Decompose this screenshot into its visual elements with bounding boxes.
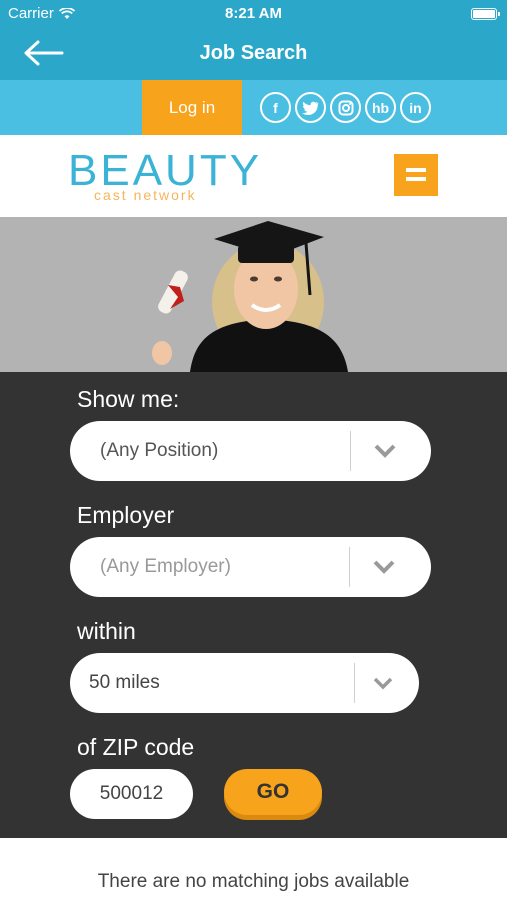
social-links: f hb in <box>260 92 431 123</box>
hamburger-menu-button[interactable] <box>394 154 438 196</box>
employer-select[interactable]: (Any Employer) <box>70 537 431 597</box>
select-divider <box>350 431 351 471</box>
distance-label: within <box>77 618 136 644</box>
twitter-icon[interactable] <box>295 92 326 123</box>
nav-bar: Job Search <box>0 28 507 80</box>
graduate-illustration <box>152 221 348 372</box>
beauty-logo[interactable]: BEAUTY cast network <box>68 149 259 205</box>
chevron-down-icon <box>374 444 396 458</box>
select-divider <box>354 663 355 703</box>
page-title: Job Search <box>199 42 308 64</box>
zip-label: of ZIP code <box>77 734 195 760</box>
login-button[interactable]: Log in <box>142 80 242 135</box>
chevron-down-icon <box>373 560 395 574</box>
social-bar: Log in f hb in <box>0 80 507 135</box>
position-select[interactable]: (Any Position) <box>70 421 431 481</box>
menu-line-icon <box>406 177 426 181</box>
position-select-value: (Any Position) <box>100 440 219 461</box>
no-results-message: There are no matching jobs available <box>97 871 410 892</box>
battery-icon <box>471 8 500 20</box>
select-divider <box>349 547 350 587</box>
zip-code-input[interactable] <box>70 769 193 819</box>
chevron-down-icon <box>373 677 393 690</box>
linkedin-icon[interactable]: in <box>400 92 431 123</box>
menu-line-icon <box>406 168 426 172</box>
logo-subtitle: cast network <box>94 187 197 203</box>
facebook-icon[interactable]: f <box>260 92 291 123</box>
clock: 8:21 AM <box>225 5 282 22</box>
distance-select[interactable]: 50 miles <box>70 653 419 713</box>
houzz-hb-icon[interactable]: hb <box>365 92 396 123</box>
distance-select-value: 50 miles <box>89 672 160 693</box>
position-label: Show me: <box>77 386 180 412</box>
instagram-icon[interactable] <box>330 92 361 123</box>
status-bar: Carrier 8:21 AM <box>0 0 507 28</box>
job-search-form: Show me: (Any Position) Employer (Any Em… <box>0 372 507 838</box>
logo-header: BEAUTY cast network <box>0 135 507 217</box>
go-button[interactable]: GO <box>224 769 322 815</box>
employer-label: Employer <box>77 502 175 528</box>
hero-banner-image <box>0 217 507 372</box>
employer-select-value: (Any Employer) <box>100 556 231 577</box>
